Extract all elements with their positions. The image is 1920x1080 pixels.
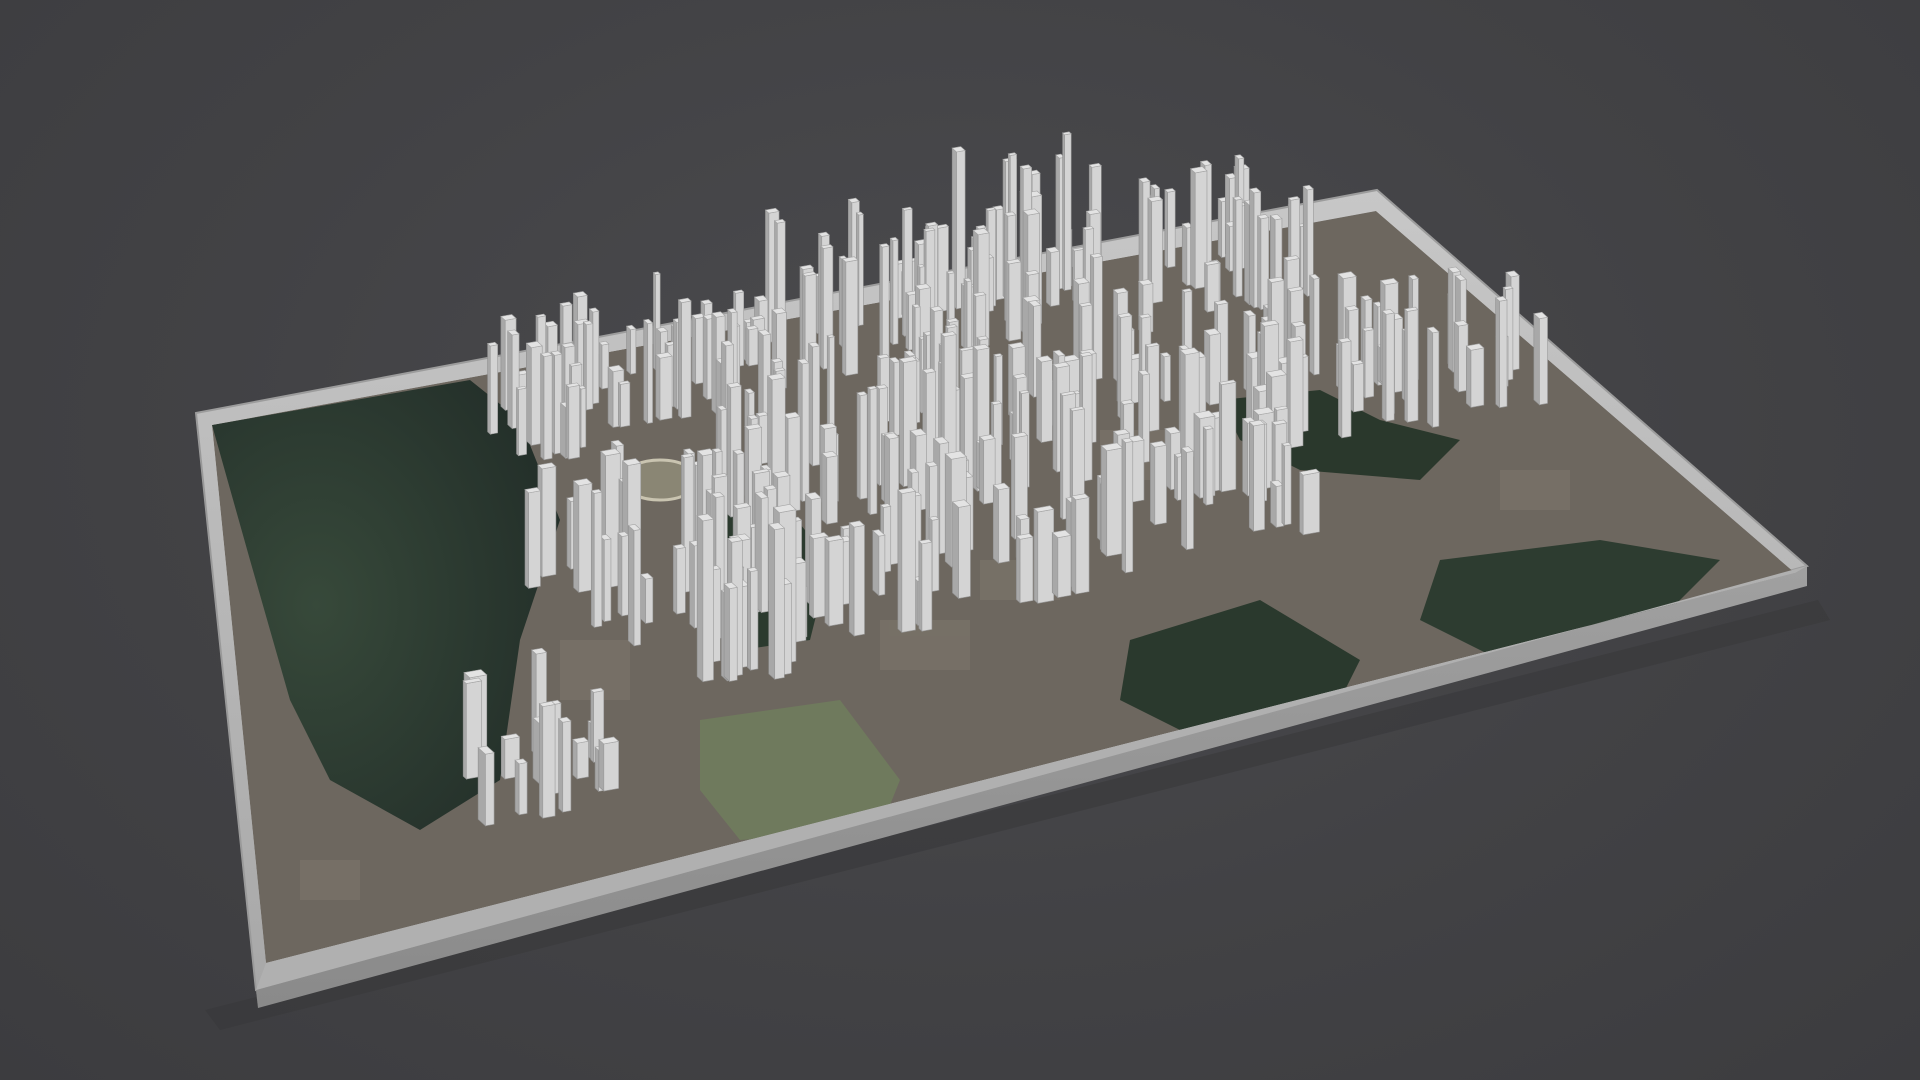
building (550, 350, 563, 455)
building (677, 297, 692, 419)
building (856, 391, 868, 500)
building (557, 716, 572, 813)
building (1465, 343, 1485, 409)
building (1269, 213, 1283, 287)
building (655, 351, 673, 421)
building (1361, 326, 1375, 399)
building (1533, 311, 1549, 406)
building (889, 237, 899, 346)
building (590, 489, 603, 629)
building (1309, 274, 1321, 376)
building (1202, 425, 1214, 506)
building (515, 385, 528, 457)
building (525, 340, 543, 447)
city-model-render (194, 131, 1830, 1030)
building (951, 499, 972, 600)
building (1045, 246, 1061, 308)
building (598, 340, 610, 390)
building (963, 277, 973, 354)
building (1281, 442, 1292, 526)
building (1299, 468, 1321, 536)
building (598, 736, 620, 792)
building (746, 567, 759, 671)
building (1035, 355, 1054, 444)
building (1426, 326, 1440, 429)
building (625, 324, 637, 375)
building (807, 341, 821, 467)
building (1005, 258, 1022, 342)
building (1121, 437, 1134, 574)
building (1337, 337, 1352, 439)
building (1149, 440, 1168, 526)
building (848, 520, 866, 637)
building (1453, 320, 1469, 393)
building (639, 572, 654, 625)
building (918, 538, 933, 632)
building (572, 478, 593, 594)
building (1256, 214, 1270, 311)
building (1286, 336, 1304, 449)
building (1071, 493, 1090, 595)
building (1100, 442, 1124, 558)
building (841, 256, 859, 377)
building (477, 745, 495, 827)
building (540, 351, 553, 461)
building (768, 522, 786, 680)
terrain (212, 211, 1795, 963)
building (1033, 505, 1055, 605)
building (617, 531, 630, 617)
building (824, 534, 844, 627)
building (872, 529, 886, 597)
building (1404, 306, 1419, 423)
building (538, 701, 556, 819)
building (572, 737, 590, 780)
building (627, 523, 642, 647)
building (1248, 419, 1266, 532)
building (723, 582, 738, 683)
building (1015, 533, 1034, 604)
building (1495, 296, 1508, 409)
building (992, 482, 1011, 564)
building (672, 543, 687, 615)
building (1232, 196, 1243, 298)
building (565, 382, 581, 460)
building (1218, 379, 1237, 493)
building (745, 325, 759, 367)
building (1164, 188, 1176, 269)
building (1061, 131, 1072, 292)
building (696, 513, 715, 683)
building (1180, 446, 1195, 551)
building (888, 357, 901, 437)
building (978, 434, 996, 505)
building (1159, 352, 1172, 403)
building (524, 487, 542, 590)
building (1203, 328, 1222, 406)
building (643, 318, 654, 425)
building (617, 380, 631, 428)
building (867, 385, 878, 516)
building (897, 487, 917, 634)
building (878, 243, 890, 359)
3d-viewport[interactable] (0, 0, 1920, 1080)
building (486, 341, 499, 435)
building (1349, 360, 1365, 413)
building (514, 758, 528, 816)
building (1381, 309, 1395, 422)
building (821, 450, 839, 525)
building (1051, 529, 1072, 599)
